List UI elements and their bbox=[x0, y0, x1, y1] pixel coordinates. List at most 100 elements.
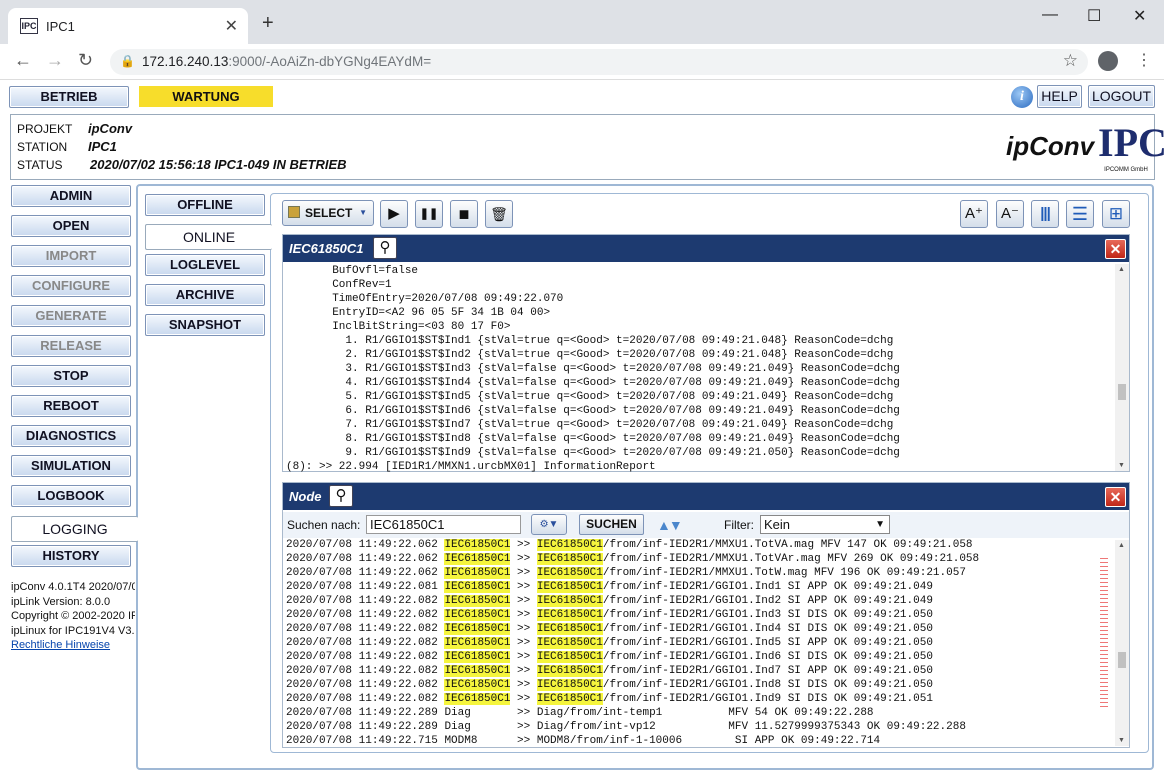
row-timestamp: 2020/07/08 11:49:22.289 bbox=[286, 707, 438, 719]
row-separator: >> bbox=[510, 665, 537, 677]
help-button[interactable]: HELP bbox=[1037, 85, 1082, 108]
wartung-button[interactable]: WARTUNG bbox=[139, 86, 273, 107]
sidebar-item-release[interactable]: RELEASE bbox=[11, 335, 131, 357]
table-row[interactable]: 2020/07/08 11:49:22.082 IEC61850C1 >> IE… bbox=[286, 622, 1112, 636]
sidebar-item-logging[interactable]: LOGGING bbox=[11, 516, 138, 542]
filter-select[interactable]: Kein ▼ bbox=[760, 515, 890, 534]
bookmark-star-icon[interactable]: ☆ bbox=[1063, 51, 1078, 71]
table-row[interactable]: 2020/07/08 11:49:22.082 IEC61850C1 >> IE… bbox=[286, 664, 1112, 678]
sidebar-item-admin[interactable]: ADMIN bbox=[11, 185, 131, 207]
logout-button[interactable]: LOGOUT bbox=[1088, 85, 1155, 108]
row-source: Diag bbox=[444, 721, 511, 733]
row-separator: >> bbox=[510, 693, 537, 705]
back-icon[interactable]: ← bbox=[14, 50, 32, 71]
url-bar[interactable]: 🔒 172.16.240.13:9000/-AoAiZn-dbYGNg4EAYd… bbox=[110, 49, 1088, 75]
font-decrease-button[interactable]: A⁻ bbox=[996, 200, 1024, 228]
select-icon bbox=[288, 206, 300, 218]
forward-icon[interactable]: → bbox=[46, 50, 64, 71]
version-line: Copyright © 2002-2020 IP bbox=[11, 610, 135, 622]
row-detail: /from/inf-IED2R1/GGIO1.Ind9 SI DIS OK 09… bbox=[602, 693, 933, 705]
table-row[interactable]: 2020/07/08 11:49:22.715 MODM8 >> MODM8/f… bbox=[286, 734, 1112, 748]
close-panel-icon[interactable]: ✕ bbox=[1105, 239, 1126, 259]
suchen-button[interactable]: SUCHEN bbox=[579, 514, 644, 535]
table-row[interactable]: 2020/07/08 11:49:22.289 Diag >> Diag/fro… bbox=[286, 706, 1112, 720]
new-tab-icon[interactable]: + bbox=[262, 12, 274, 35]
table-row[interactable]: 2020/07/08 11:49:22.082 IEC61850C1 >> IE… bbox=[286, 678, 1112, 692]
sidebar-item-reboot[interactable]: REBOOT bbox=[11, 395, 131, 417]
sidebar-item-diagnostics[interactable]: DIAGNOSTICS bbox=[11, 425, 131, 447]
menu-kebab-icon[interactable]: ⋮ bbox=[1136, 50, 1152, 70]
search-input[interactable]: IEC61850C1 bbox=[366, 515, 521, 534]
iec-scrollbar[interactable]: ▲ ▼ bbox=[1115, 264, 1129, 471]
pause-button[interactable]: ❚❚ bbox=[415, 200, 443, 228]
layout-rows-button[interactable]: ☰ bbox=[1066, 200, 1094, 228]
search-up-down-icon[interactable]: ▲▼ bbox=[657, 517, 683, 533]
row-source: IEC61850C1 bbox=[444, 595, 511, 607]
sidebar-item-simulation[interactable]: SIMULATION bbox=[11, 455, 131, 477]
layout-grid-button[interactable]: ⊞ bbox=[1102, 200, 1130, 228]
tab-online[interactable]: ONLINE bbox=[145, 224, 272, 250]
row-target: IEC61850C1 bbox=[536, 679, 603, 691]
sidebar-item-stop[interactable]: STOP bbox=[11, 365, 131, 387]
sidebar-item-history[interactable]: HISTORY bbox=[11, 545, 131, 567]
row-timestamp: 2020/07/08 11:49:22.082 bbox=[286, 665, 438, 677]
node-scrollbar[interactable]: ▲ ▼ bbox=[1115, 540, 1129, 746]
tab-snapshot[interactable]: SNAPSHOT bbox=[145, 314, 265, 336]
table-row[interactable]: 2020/07/08 11:49:22.082 IEC61850C1 >> IE… bbox=[286, 608, 1112, 622]
tab-archive[interactable]: ARCHIVE bbox=[145, 284, 265, 306]
row-separator: >> bbox=[510, 553, 537, 565]
table-row[interactable]: 2020/07/08 11:49:22.062 IEC61850C1 >> IE… bbox=[286, 566, 1112, 580]
search-options-dropdown[interactable]: ⚙▼ bbox=[531, 514, 567, 535]
search-icon[interactable]: ⚲ bbox=[329, 485, 353, 507]
browser-tab[interactable]: IPC IPC1 ✕ bbox=[8, 8, 248, 44]
font-increase-button[interactable]: A⁺ bbox=[960, 200, 988, 228]
stop-button[interactable]: ■ bbox=[450, 200, 478, 228]
table-row[interactable]: 2020/07/08 11:49:22.082 IEC61850C1 >> IE… bbox=[286, 650, 1112, 664]
reload-icon[interactable]: ↻ bbox=[78, 50, 93, 71]
legal-notice-link[interactable]: Rechtliche Hinweise bbox=[11, 639, 110, 651]
table-row[interactable]: 2020/07/08 11:49:22.289 Diag >> Diag/fro… bbox=[286, 720, 1112, 734]
select-dropdown[interactable]: SELECT ▼ bbox=[282, 200, 374, 226]
search-icon[interactable]: ⚲ bbox=[373, 237, 397, 259]
maximize-icon[interactable]: ☐ bbox=[1087, 6, 1101, 26]
sidebar-item-generate[interactable]: GENERATE bbox=[11, 305, 131, 327]
sidebar-item-import[interactable]: IMPORT bbox=[11, 245, 131, 267]
close-panel-icon[interactable]: ✕ bbox=[1105, 487, 1126, 507]
sidebar-item-configure[interactable]: CONFIGURE bbox=[11, 275, 131, 297]
scroll-thumb[interactable] bbox=[1118, 652, 1126, 668]
profile-icon[interactable] bbox=[1098, 51, 1118, 71]
scroll-down-icon[interactable]: ▼ bbox=[1118, 737, 1125, 744]
iec-panel-title: IEC61850C1 bbox=[283, 235, 1129, 262]
table-row[interactable]: 2020/07/08 11:49:22.062 IEC61850C1 >> IE… bbox=[286, 538, 1112, 552]
row-detail: /from/inf-IED2R1/MMXU1.TotW.mag MFV 196 … bbox=[602, 567, 966, 579]
scroll-up-icon[interactable]: ▲ bbox=[1118, 542, 1125, 549]
filter-label: Filter: bbox=[724, 518, 754, 532]
close-tab-icon[interactable]: ✕ bbox=[225, 16, 238, 36]
minimize-icon[interactable]: — bbox=[1042, 6, 1058, 24]
tab-offline[interactable]: OFFLINE bbox=[145, 194, 265, 216]
row-timestamp: 2020/07/08 11:49:22.289 bbox=[286, 721, 438, 733]
sidebar-item-open[interactable]: OPEN bbox=[11, 215, 131, 237]
table-row[interactable]: 2020/07/08 11:49:22.082 IEC61850C1 >> IE… bbox=[286, 692, 1112, 706]
table-row[interactable]: 2020/07/08 11:49:22.082 IEC61850C1 >> IE… bbox=[286, 636, 1112, 650]
search-label: Suchen nach: bbox=[287, 518, 361, 532]
row-target: IEC61850C1 bbox=[536, 595, 603, 607]
table-row[interactable]: 2020/07/08 11:49:22.082 IEC61850C1 >> IE… bbox=[286, 594, 1112, 608]
play-button[interactable]: ▶ bbox=[380, 200, 408, 228]
info-icon[interactable]: i bbox=[1011, 86, 1033, 108]
scroll-thumb[interactable] bbox=[1118, 384, 1126, 400]
scroll-up-icon[interactable]: ▲ bbox=[1118, 266, 1125, 273]
layout-columns-button[interactable]: ||| bbox=[1031, 200, 1059, 228]
station-label: STATION bbox=[17, 140, 68, 154]
tab-loglevel[interactable]: LOGLEVEL bbox=[145, 254, 265, 276]
sidebar-item-logbook[interactable]: LOGBOOK bbox=[11, 485, 131, 507]
version-line: ipLink Version: 8.0.0 bbox=[11, 595, 111, 608]
ipcomm-logo: IPC IPCOMM GmbH bbox=[1098, 119, 1164, 173]
table-row[interactable]: 2020/07/08 11:49:22.062 IEC61850C1 >> IE… bbox=[286, 552, 1112, 566]
delete-button[interactable]: 🗑 bbox=[485, 200, 513, 228]
scroll-down-icon[interactable]: ▼ bbox=[1118, 462, 1125, 469]
close-window-icon[interactable]: ✕ bbox=[1133, 6, 1146, 26]
log-line: 6. R1/GGIO1$ST$Ind6 {stVal=false q=<Good… bbox=[286, 405, 900, 417]
betrieb-button[interactable]: BETRIEB bbox=[9, 86, 129, 108]
table-row[interactable]: 2020/07/08 11:49:22.081 IEC61850C1 >> IE… bbox=[286, 580, 1112, 594]
